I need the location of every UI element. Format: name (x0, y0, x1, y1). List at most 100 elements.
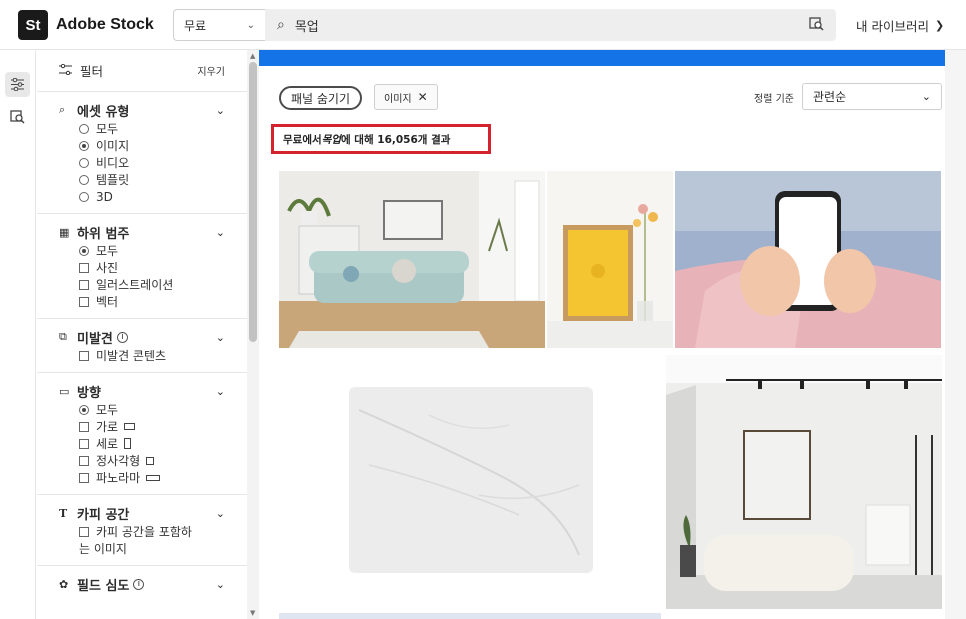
subcategory-option-illustration[interactable]: 일러스트레이션 (59, 276, 247, 293)
undiscovered-title: 미발견 (77, 331, 113, 347)
active-filter-label: 이미지 (384, 93, 412, 105)
option-label-continued: 는 이미지 (79, 542, 127, 556)
main-scrollbar[interactable] (945, 50, 966, 619)
copy-space-option[interactable]: 카피 공간을 포함하 (59, 523, 247, 540)
result-suffix: 에 대해 16,056개 결과 (340, 133, 451, 146)
asset-type-option-video[interactable]: 비디오 (59, 154, 247, 171)
scroll-up-arrow-icon[interactable]: ▲ (250, 52, 255, 60)
panorama-shape-icon (146, 474, 161, 481)
subcategory-section: ▦ 하위 범주 ⌄ 모두 사진 일러스트레이션 벡터 (37, 214, 247, 319)
checkbox[interactable] (79, 279, 89, 290)
option-label: 사진 (96, 261, 119, 275)
option-label: 모두 (96, 122, 119, 136)
checkbox[interactable] (79, 262, 89, 273)
option-label: 이미지 (96, 139, 130, 153)
asset-type-option-template[interactable]: 템플릿 (59, 171, 247, 188)
grid-icon: ▦ (59, 225, 70, 239)
asset-type-option-3d[interactable]: 3D (59, 188, 247, 205)
result-count: 무료에서 목업 에 대해 16,056개 결과 (271, 124, 491, 154)
radio-button[interactable] (79, 157, 89, 168)
orientation-header[interactable]: ▭ 방향 ⌄ (59, 381, 247, 401)
undiscovered-option[interactable]: 미발견 콘텐츠 (59, 347, 247, 364)
active-filter-tag[interactable]: 이미지 ✕ (374, 84, 438, 110)
orientation-option-landscape[interactable]: 가로 (59, 418, 247, 435)
close-icon[interactable]: ✕ (418, 90, 428, 104)
filter-panel-scrollbar[interactable]: ▲ ▼ (247, 50, 259, 619)
asset-type-option-all[interactable]: 모두 (59, 120, 247, 137)
option-label: 가로 (96, 420, 119, 434)
orientation-option-all[interactable]: 모두 (59, 401, 247, 418)
checkbox[interactable] (79, 526, 89, 537)
text-icon: T (59, 506, 68, 520)
chevron-down-icon: ❯ (934, 19, 945, 32)
radio-button-selected[interactable] (79, 404, 89, 415)
next-row-image-edge (279, 613, 661, 619)
checkbox[interactable] (79, 455, 89, 466)
radio-button-selected[interactable] (79, 140, 89, 151)
copy-space-header[interactable]: T 카피 공간 ⌄ (59, 503, 247, 523)
left-rail (0, 50, 36, 619)
search-query-text: 목업 (294, 19, 319, 35)
search-icon: ⌕ (277, 17, 285, 33)
portrait-shape-icon (124, 438, 132, 449)
checkbox[interactable] (79, 421, 89, 432)
sort-label: 정렬 기준 (754, 94, 794, 105)
radio-button[interactable] (79, 191, 89, 202)
result-image-paper-mockup[interactable] (279, 355, 661, 609)
info-icon[interactable]: i (133, 578, 145, 590)
scrollbar-thumb[interactable] (249, 62, 257, 342)
subcategory-option-photo[interactable]: 사진 (59, 259, 247, 276)
search-input[interactable]: ⌕ 목업 (265, 9, 836, 41)
result-image-living-room[interactable] (279, 171, 545, 348)
stock-logo-text: Adobe Stock (56, 16, 154, 33)
my-library-button[interactable]: 내 라이브러리 ❯ (856, 16, 944, 35)
option-label: 미발견 콘텐츠 (96, 349, 167, 363)
orientation-option-panorama[interactable]: 파노라마 (59, 469, 247, 486)
clear-filters-link[interactable]: 지우기 (197, 63, 225, 78)
option-label: 카피 공간을 포함하 (96, 525, 192, 539)
checkbox[interactable] (79, 296, 89, 307)
radio-button-selected[interactable] (79, 245, 89, 256)
orientation-section: ▭ 방향 ⌄ 모두 가로 세로 정사각형 파노라마 (37, 373, 247, 495)
asset-type-option-image[interactable]: 이미지 (59, 137, 247, 154)
top-header: St Adobe Stock 무료 ⌄ ⌕ 목업 내 라이브러리 ❯ (0, 0, 966, 50)
undiscovered-header[interactable]: ⧉ 미발견 i ⌄ (59, 327, 247, 347)
radio-button[interactable] (79, 123, 89, 134)
copy-space-title: 카피 공간 (77, 507, 130, 523)
copy-space-option-cont: 는 이미지 (59, 540, 247, 557)
chevron-down-icon: ⌄ (921, 90, 931, 103)
result-image-frame-flower[interactable] (547, 171, 673, 348)
checkbox[interactable] (79, 350, 89, 361)
filters-toggle-icon[interactable] (5, 72, 30, 97)
sort-select[interactable]: 관련순 ⌄ (802, 83, 942, 110)
search-scope-select[interactable]: 무료 ⌄ (173, 9, 265, 41)
chevron-down-icon: ⌄ (215, 577, 225, 591)
filter-sliders-icon (59, 63, 72, 78)
orientation-option-portrait[interactable]: 세로 (59, 435, 247, 452)
scroll-down-arrow-icon[interactable]: ▼ (250, 609, 255, 617)
visual-search-icon[interactable] (809, 16, 824, 35)
adobe-stock-logo[interactable]: St Adobe Stock (18, 10, 154, 40)
orientation-option-square[interactable]: 정사각형 (59, 452, 247, 469)
orientation-title: 방향 (77, 385, 101, 401)
radio-button[interactable] (79, 174, 89, 185)
hide-panel-button[interactable]: 패널 숨기기 (279, 86, 363, 110)
depth-of-field-header[interactable]: ✿ 필드 심도 i ⌄ (59, 574, 247, 594)
filter-panel-header: 필터 지우기 (37, 50, 247, 92)
checkbox[interactable] (79, 472, 89, 483)
asset-type-header[interactable]: ⌕ 에셋 유형 ⌄ (59, 100, 247, 120)
subcategory-header[interactable]: ▦ 하위 범주 ⌄ (59, 222, 247, 242)
visual-search-rail-icon[interactable] (5, 104, 30, 129)
stock-logo-mark: St (18, 10, 48, 40)
checkbox[interactable] (79, 438, 89, 449)
result-image-white-room[interactable] (666, 355, 942, 609)
option-label: 일러스트레이션 (96, 278, 174, 292)
orientation-icon: ▭ (59, 384, 70, 398)
chevron-down-icon: ⌄ (246, 19, 255, 31)
info-icon[interactable]: i (116, 331, 128, 343)
subcategory-option-all[interactable]: 모두 (59, 242, 247, 259)
result-image-phone-hands[interactable] (675, 171, 941, 348)
chevron-down-icon: ⌄ (215, 225, 225, 239)
sort-value: 관련순 (813, 90, 847, 104)
subcategory-option-vector[interactable]: 벡터 (59, 293, 247, 310)
